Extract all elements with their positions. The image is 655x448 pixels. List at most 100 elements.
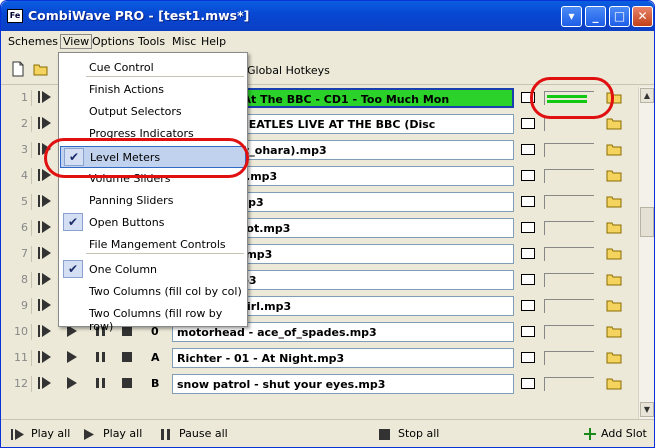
stop-all-icon[interactable]	[379, 429, 390, 440]
new-document-icon[interactable]	[10, 61, 26, 77]
app-icon[interactable]: Fe	[7, 9, 23, 23]
scroll-thumb[interactable]	[640, 207, 654, 237]
view-menu-item-open-buttons[interactable]: ✔ Open Buttons	[60, 212, 246, 234]
level-meter	[544, 299, 594, 313]
cue-play-icon[interactable]	[38, 325, 52, 337]
output-selector-icon[interactable]	[521, 352, 535, 363]
open-file-icon[interactable]	[606, 116, 622, 130]
output-selector-icon[interactable]	[521, 196, 535, 207]
play-icon[interactable]	[67, 377, 78, 389]
pause-all-button[interactable]: Pause all	[179, 427, 228, 440]
pause-icon[interactable]	[95, 351, 106, 363]
output-selector-icon[interactable]	[521, 222, 535, 233]
cue-play-icon[interactable]	[38, 273, 52, 285]
divider	[31, 116, 32, 132]
play-all-icon[interactable]	[11, 429, 27, 440]
output-selector-icon[interactable]	[521, 378, 535, 389]
open-file-icon[interactable]	[606, 246, 622, 260]
output-selector-icon[interactable]	[521, 300, 535, 311]
scroll-down-icon[interactable]: ▼	[640, 402, 654, 417]
open-folder-icon[interactable]	[33, 61, 49, 77]
scrollbar[interactable]: ▲ ▼	[638, 87, 654, 419]
menu-item-label: Two Columns (fill col by col)	[89, 285, 242, 298]
stop-all-button[interactable]: Stop all	[398, 427, 439, 440]
divider	[31, 246, 32, 262]
view-menu-item-cue-control[interactable]: Cue Control	[60, 57, 246, 79]
cue-play-icon[interactable]	[38, 221, 52, 233]
pause-all-icon[interactable]	[160, 429, 172, 440]
view-menu-item-panning-sliders[interactable]: Panning Sliders	[60, 190, 246, 212]
output-selector-icon[interactable]	[521, 144, 535, 155]
cue-play-icon[interactable]	[38, 377, 52, 389]
cue-play-icon[interactable]	[38, 299, 52, 311]
open-file-icon[interactable]	[606, 142, 622, 156]
open-file-icon[interactable]	[606, 298, 622, 312]
scroll-up-icon[interactable]: ▲	[640, 88, 654, 103]
add-slot-icon[interactable]	[584, 428, 596, 440]
play-all-alt-button[interactable]: Play all	[103, 427, 142, 440]
open-file-icon[interactable]	[606, 194, 622, 208]
add-slot-button[interactable]: Add Slot	[601, 427, 647, 440]
cue-play-icon[interactable]	[38, 195, 52, 207]
cue-play-icon[interactable]	[38, 91, 52, 103]
hotkey-label: A	[151, 351, 160, 364]
slot-number: 12	[14, 377, 28, 390]
play-all-alt-icon[interactable]	[84, 429, 96, 440]
play-all-button[interactable]: Play all	[31, 427, 70, 440]
menu-item-label: Finish Actions	[89, 83, 164, 96]
output-selector-icon[interactable]	[521, 326, 535, 337]
output-selector-icon[interactable]	[521, 118, 535, 129]
menu-options[interactable]: Options	[92, 35, 134, 48]
pause-icon[interactable]	[95, 377, 106, 389]
slot-row: 12 Bsnow patrol - shut your eyes.mp3	[1, 373, 638, 395]
window-title: CombiWave PRO - [test1.mws*]	[28, 8, 250, 23]
output-selector-icon[interactable]	[521, 274, 535, 285]
cue-play-icon[interactable]	[38, 117, 52, 129]
view-menu-item-finish-actions[interactable]: Finish Actions	[60, 79, 246, 101]
open-file-icon[interactable]	[606, 272, 622, 286]
bottom-bar: Play all Play all Pause all Stop all Add…	[1, 419, 654, 447]
minimize-button[interactable]: _	[585, 6, 606, 27]
level-meter	[544, 169, 594, 183]
file-name-field[interactable]: Richter - 01 - At Night.mp3	[172, 348, 514, 368]
divider	[31, 220, 32, 236]
menu-schemes[interactable]: Schemes	[8, 35, 58, 48]
view-menu-item-output-selectors[interactable]: Output Selectors	[60, 101, 246, 123]
menu-view[interactable]: View	[60, 34, 93, 49]
divider	[31, 168, 32, 184]
title-bar[interactable]: Fe CombiWave PRO - [test1.mws*] ▾ _ □ ✕	[1, 1, 654, 31]
annotation-oval-level-meter	[530, 77, 614, 119]
view-menu-item-two-columns-fill-row-by-row[interactable]: Two Columns (fill row by row)	[60, 303, 246, 333]
output-selector-icon[interactable]	[521, 170, 535, 181]
menu-item-label: File Mangement Controls	[89, 238, 226, 251]
open-file-icon[interactable]	[606, 168, 622, 182]
menu-help[interactable]: Help	[201, 35, 226, 48]
cue-play-icon[interactable]	[38, 247, 52, 259]
slot-number: 9	[21, 299, 28, 312]
stop-icon[interactable]	[122, 377, 133, 389]
slot-number: 7	[21, 247, 28, 260]
view-menu-item-file-mangement-controls[interactable]: File Mangement Controls	[60, 234, 246, 256]
menu-tools[interactable]: Tools	[138, 35, 165, 48]
slot-number: 5	[21, 195, 28, 208]
rollup-button[interactable]: ▾	[561, 6, 582, 27]
divider	[31, 272, 32, 288]
open-file-icon[interactable]	[606, 350, 622, 364]
open-file-icon[interactable]	[606, 376, 622, 390]
slot-number: 6	[21, 221, 28, 234]
global-hotkeys-label[interactable]: Global Hotkeys	[247, 64, 330, 77]
close-button[interactable]: ✕	[632, 6, 653, 27]
output-selector-icon[interactable]	[521, 248, 535, 259]
menu-misc[interactable]: Misc	[172, 35, 196, 48]
open-file-icon[interactable]	[606, 220, 622, 234]
divider	[31, 90, 32, 106]
open-file-icon[interactable]	[606, 324, 622, 338]
cue-play-icon[interactable]	[38, 351, 52, 363]
view-menu-item-two-columns-fill-col-by-col[interactable]: Two Columns (fill col by col)	[60, 281, 246, 303]
stop-icon[interactable]	[122, 351, 133, 363]
view-menu-item-one-column[interactable]: ✔ One Column	[60, 259, 246, 281]
level-meter	[544, 143, 594, 157]
play-icon[interactable]	[67, 351, 78, 363]
file-name-field[interactable]: snow patrol - shut your eyes.mp3	[172, 374, 514, 394]
maximize-button[interactable]: □	[609, 6, 630, 27]
